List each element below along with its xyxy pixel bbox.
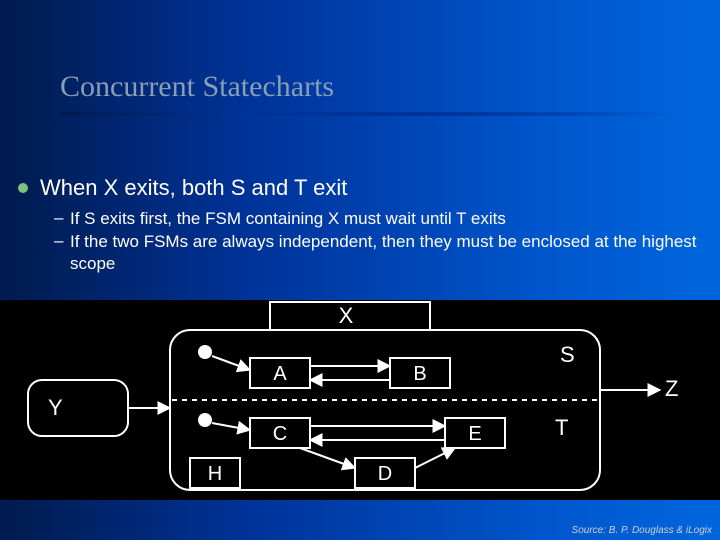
label-X: X [339, 303, 354, 328]
slide-body: When X exits, both S and T exit If S exi… [18, 175, 702, 275]
label-D: D [378, 463, 392, 485]
title-block: Concurrent Statecharts [60, 70, 680, 116]
sub-bullet-list: If S exits first, the FSM containing X m… [54, 207, 702, 275]
label-H: H [208, 463, 222, 485]
label-Y: Y [48, 395, 63, 420]
statechart-diagram: Y X S T A B C E [0, 300, 720, 500]
title-rule [60, 112, 680, 116]
sub-bullet: If S exits first, the FSM containing X m… [54, 207, 702, 230]
main-bullet: When X exits, both S and T exit [18, 175, 702, 201]
sub-bullet: If the two FSMs are always independent, … [54, 230, 702, 275]
label-B: B [413, 363, 426, 385]
slide: Concurrent Statecharts When X exits, bot… [0, 0, 720, 540]
label-A: A [273, 363, 287, 385]
label-C: C [273, 423, 287, 445]
label-E: E [468, 423, 481, 445]
slide-title: Concurrent Statecharts [60, 70, 680, 104]
label-S: S [560, 342, 575, 367]
credit-text: Source: B. P. Douglass & iLogix [572, 525, 712, 536]
label-T: T [555, 415, 568, 440]
label-Z: Z [665, 376, 678, 401]
